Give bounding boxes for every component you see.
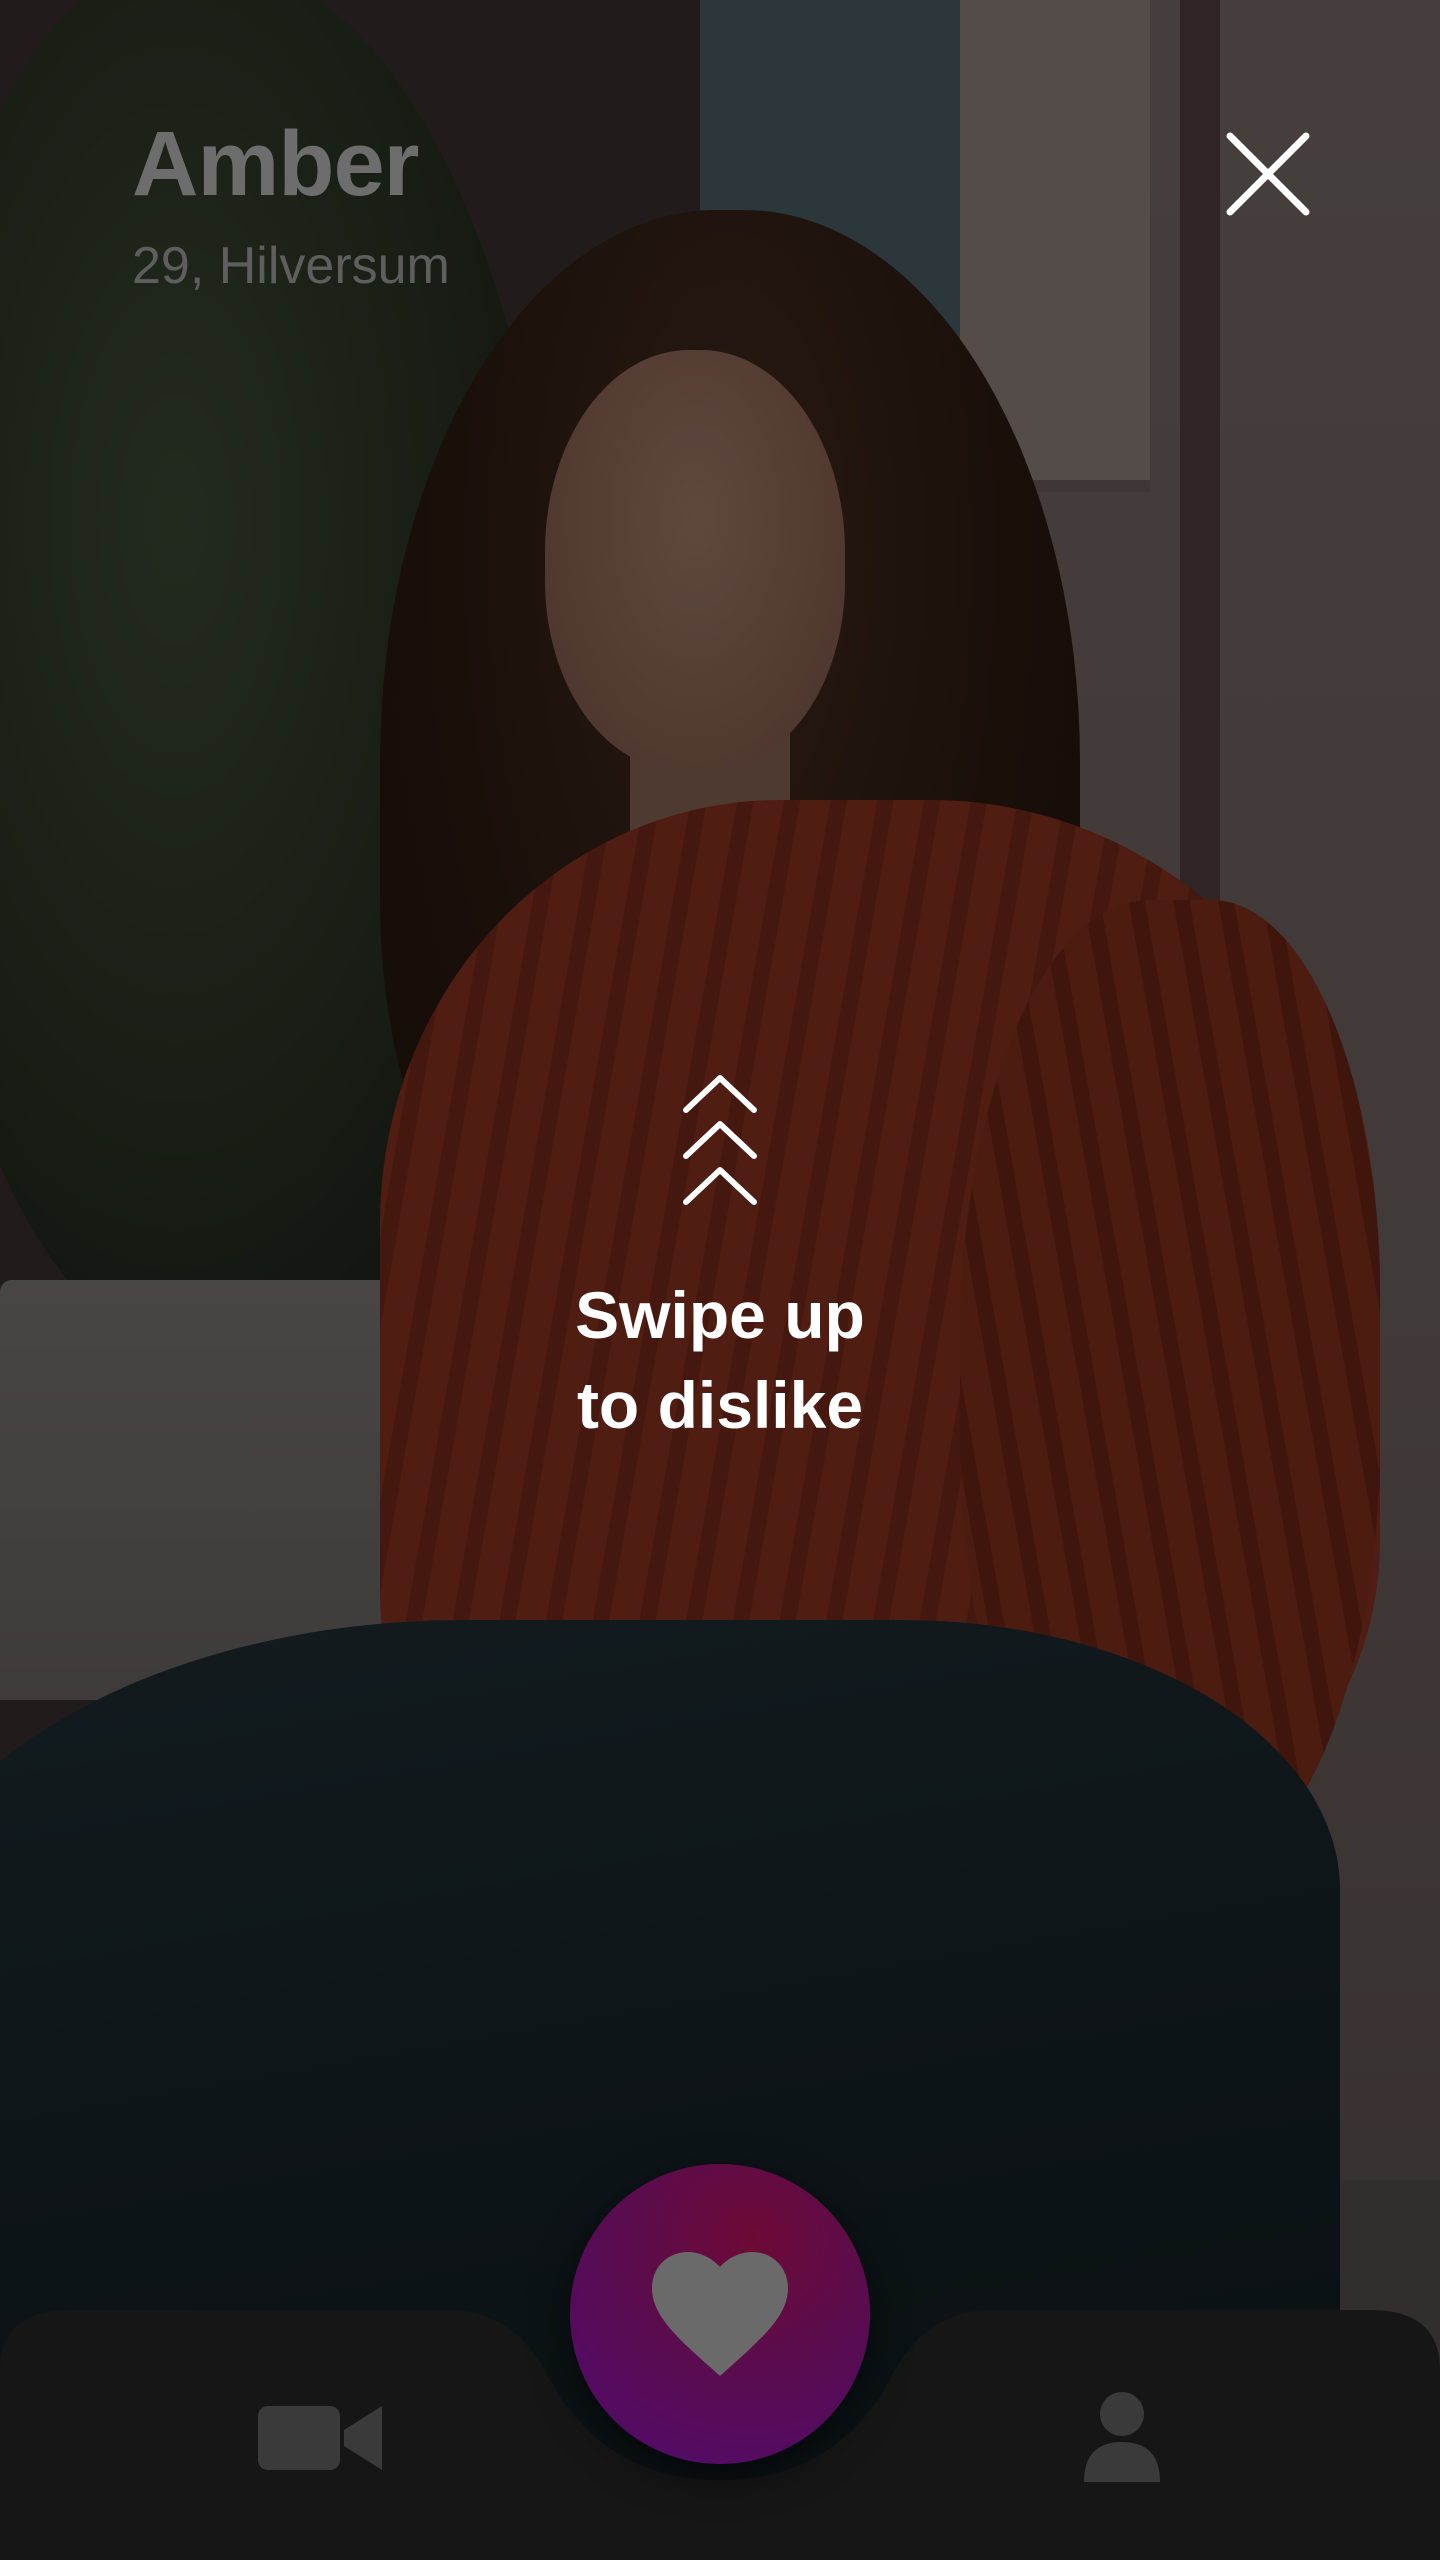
triple-chevron-up-icon: [683, 1075, 757, 1205]
video-camera-icon: [258, 2406, 382, 2470]
nav-profile-button[interactable]: [1082, 2390, 1162, 2482]
close-button[interactable]: [1222, 128, 1314, 220]
swipe-hint-line-2: to dislike: [576, 1368, 864, 1442]
close-icon: [1226, 132, 1310, 216]
nav-video-button[interactable]: [258, 2400, 382, 2476]
swipe-hint-line-1: Swipe up: [575, 1278, 865, 1352]
match-card-screen: Amber 29, Hilversum Swipe up to dislike: [0, 0, 1440, 2560]
person-icon: [1084, 2392, 1160, 2482]
profile-name: Amber: [132, 113, 419, 215]
like-button[interactable]: [570, 2164, 870, 2464]
swipe-hint: Swipe up to dislike: [420, 1270, 1020, 1450]
heart-icon: [652, 2252, 788, 2376]
profile-age-location: 29, Hilversum: [132, 237, 450, 295]
